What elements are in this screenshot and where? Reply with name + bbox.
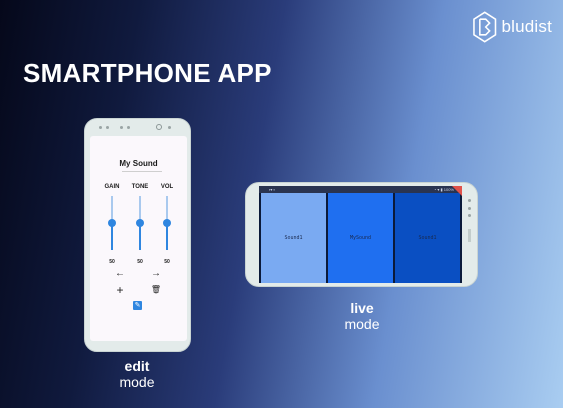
debug-banner-badge bbox=[452, 186, 462, 196]
slider-thumb[interactable] bbox=[163, 219, 171, 227]
sound-tile[interactable]: MySound bbox=[328, 193, 393, 283]
sensor-dot bbox=[468, 199, 471, 202]
status-right-icons: ◔ ▾ ▮ 100% bbox=[433, 187, 454, 192]
sensor-dot bbox=[127, 126, 130, 129]
slider-fill bbox=[111, 223, 113, 250]
edit-mode-phone: My Sound GAIN TONE VOL 50 50 50 ← → + 🗑 … bbox=[84, 118, 191, 352]
status-bar: ▪▾ ▪ ◔ ▾ ▮ 100% bbox=[259, 186, 462, 193]
camera-icon bbox=[156, 124, 162, 130]
gain-label: GAIN bbox=[104, 184, 120, 190]
edit-mode-caption: edit mode bbox=[107, 358, 167, 390]
sensor-dot bbox=[468, 214, 471, 217]
bludist-logo-icon bbox=[473, 11, 497, 43]
edit-mode-word: edit bbox=[124, 358, 150, 374]
tone-label: TONE bbox=[131, 184, 149, 190]
add-icon[interactable]: + bbox=[114, 284, 126, 296]
edit-icon[interactable]: ✎ bbox=[133, 301, 142, 310]
slider-fill bbox=[139, 223, 141, 250]
sound-name-field[interactable]: My Sound bbox=[90, 159, 187, 168]
sensor-dot bbox=[468, 207, 471, 210]
next-arrow-icon[interactable]: → bbox=[150, 269, 162, 279]
slider-thumb[interactable] bbox=[136, 219, 144, 227]
sound-tile[interactable]: Sound1 bbox=[261, 193, 326, 283]
tone-value: 50 bbox=[137, 259, 143, 265]
gain-slider[interactable] bbox=[107, 196, 117, 250]
sensor-dot bbox=[120, 126, 123, 129]
sound-tile-label: Sound1 bbox=[284, 235, 303, 241]
slider-fill bbox=[166, 223, 168, 250]
sensor-dot bbox=[99, 126, 102, 129]
vol-label: VOL bbox=[160, 184, 174, 190]
sound-name-underline bbox=[122, 171, 162, 172]
brand-name: bludist bbox=[501, 17, 552, 36]
edit-mode-suffix: mode bbox=[119, 374, 155, 390]
live-screen: ▪▾ ▪ ◔ ▾ ▮ 100% Sound1 MySound Sound1 bbox=[259, 186, 462, 283]
live-mode-caption: live mode bbox=[332, 300, 392, 332]
vol-slider[interactable] bbox=[162, 196, 172, 250]
sensor-dot bbox=[168, 126, 171, 129]
sensor-dot bbox=[106, 126, 109, 129]
sound-tile-label: Sound1 bbox=[418, 235, 437, 241]
prev-arrow-icon[interactable]: ← bbox=[114, 269, 126, 279]
vol-value: 50 bbox=[164, 259, 170, 265]
live-mode-phone: ▪▾ ▪ ◔ ▾ ▮ 100% Sound1 MySound Sound1 bbox=[245, 182, 478, 287]
status-left-icons: ▪▾ ▪ bbox=[269, 187, 275, 192]
live-mode-suffix: mode bbox=[344, 316, 380, 332]
slider-thumb[interactable] bbox=[108, 219, 116, 227]
phone-top-bezel bbox=[85, 124, 190, 132]
sound-tile[interactable]: Sound1 bbox=[395, 193, 460, 283]
page-title: SMARTPHONE APP bbox=[23, 58, 272, 88]
bludist-logo: bludist bbox=[472, 10, 552, 44]
live-mode-word: live bbox=[350, 300, 374, 316]
side-button bbox=[468, 229, 471, 242]
edit-screen: My Sound GAIN TONE VOL 50 50 50 ← → + 🗑 … bbox=[90, 136, 187, 341]
sound-tile-label: MySound bbox=[349, 235, 372, 241]
tone-slider[interactable] bbox=[135, 196, 145, 250]
trash-icon[interactable]: 🗑 bbox=[150, 285, 162, 295]
gain-value: 50 bbox=[109, 259, 115, 265]
